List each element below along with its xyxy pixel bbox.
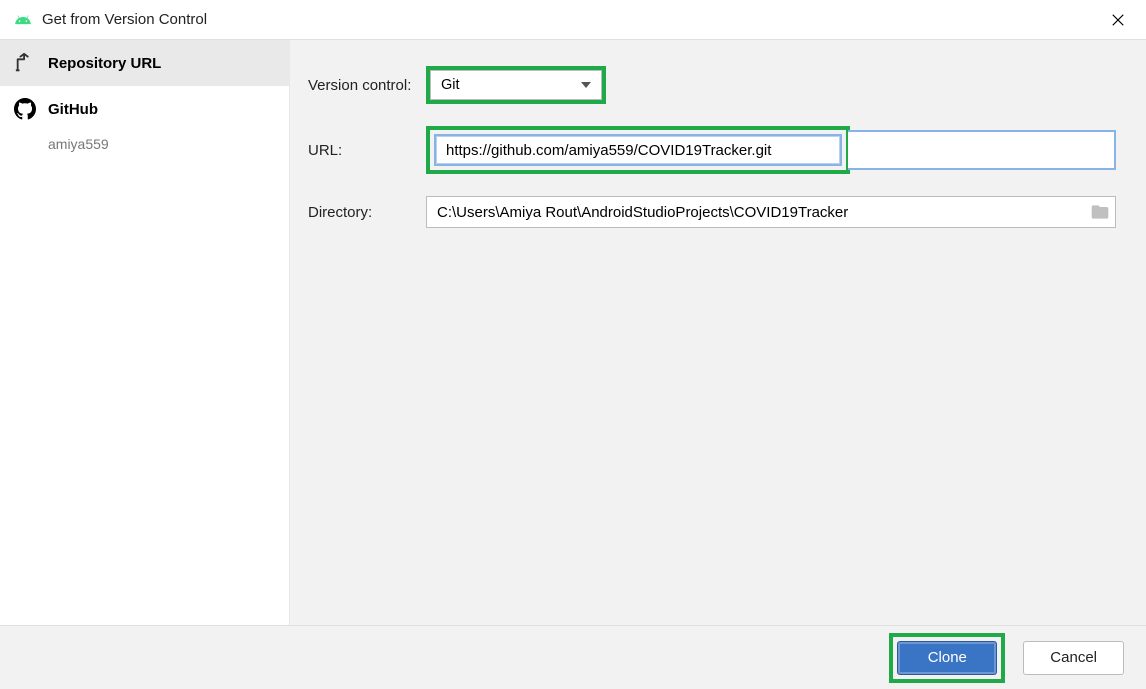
url-label: URL: [308,142,426,159]
sidebar-item-repository-url[interactable]: Repository URL [0,40,289,86]
clone-highlight: Clone [889,633,1005,683]
dialog-footer: Clone Cancel [0,625,1146,689]
close-button[interactable] [1102,4,1134,36]
chevron-down-icon [581,82,591,88]
url-row: URL: [308,126,1116,174]
github-account-name: amiya559 [0,132,289,164]
sidebar-item-label: Repository URL [48,55,161,72]
url-input[interactable] [434,134,842,166]
github-icon [14,98,36,120]
android-icon [14,11,32,29]
url-input-extension [848,130,1116,170]
titlebar: Get from Version Control [0,0,1146,40]
main-form: Version control: Git URL: Directory: [290,40,1146,625]
repository-url-icon [14,52,36,74]
version-control-highlight: Git [426,66,606,104]
version-control-value: Git [441,77,460,93]
clone-button[interactable]: Clone [897,641,997,675]
version-control-dropdown[interactable]: Git [430,70,602,100]
directory-input[interactable] [426,196,1116,228]
folder-icon [1090,202,1110,222]
sidebar-item-label: GitHub [48,101,98,118]
version-control-label: Version control: [308,77,426,94]
directory-label: Directory: [308,204,426,221]
browse-directory-button[interactable] [1090,202,1110,222]
cancel-button[interactable]: Cancel [1023,641,1124,675]
version-control-row: Version control: Git [308,66,1116,104]
url-highlight [426,126,850,174]
directory-row: Directory: [308,196,1116,228]
sidebar-item-github[interactable]: GitHub [0,86,289,132]
sidebar: Repository URL GitHub amiya559 [0,40,290,625]
dialog-title: Get from Version Control [42,11,1102,28]
close-icon [1111,13,1125,27]
